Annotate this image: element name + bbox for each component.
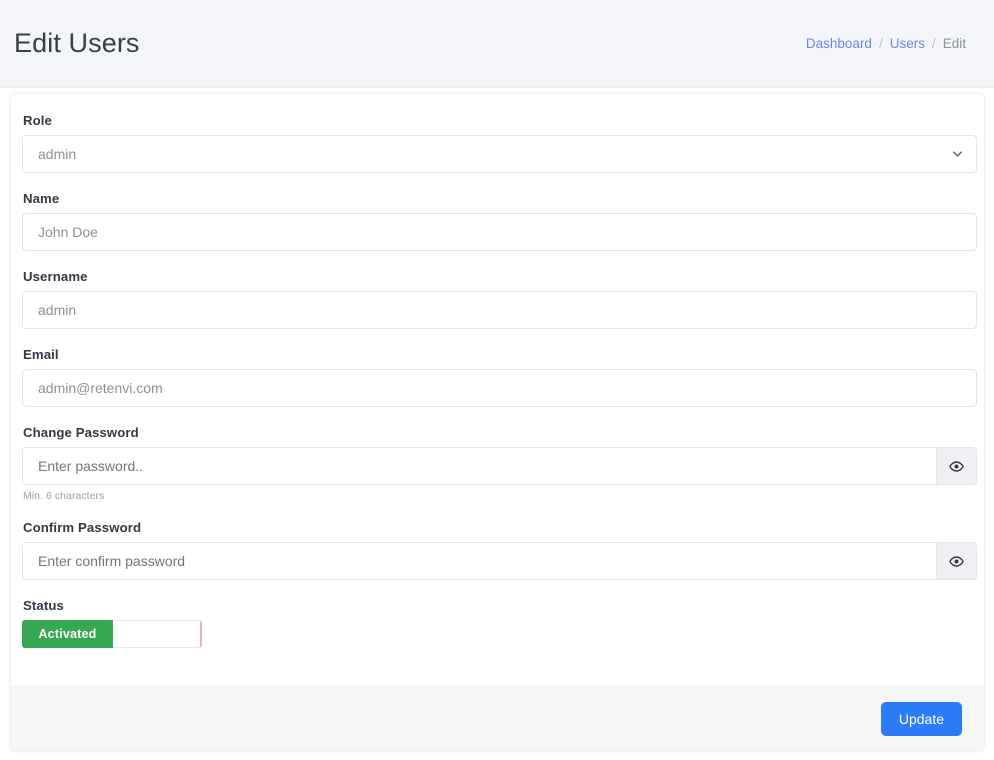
field-email: Email xyxy=(22,347,973,407)
breadcrumb-separator: / xyxy=(879,36,883,51)
status-toggle-track xyxy=(113,620,202,648)
update-button[interactable]: Update xyxy=(881,702,962,736)
field-role: Role admin xyxy=(22,113,973,173)
field-change-password: Change Password Min. 6 characters xyxy=(22,425,973,502)
field-name: Name xyxy=(22,191,973,251)
breadcrumb-separator: / xyxy=(932,36,936,51)
status-toggle[interactable]: Activated xyxy=(22,620,202,648)
confirm-password-input-group xyxy=(22,542,977,580)
name-label: Name xyxy=(23,191,973,206)
page-title: Edit Users xyxy=(14,30,140,57)
card-footer: Update xyxy=(11,686,984,750)
role-select[interactable]: admin xyxy=(22,135,977,173)
username-input[interactable] xyxy=(22,291,977,329)
change-password-input[interactable] xyxy=(22,447,936,485)
edit-user-card: Role admin Name Username Emai xyxy=(10,93,985,751)
breadcrumb-item-edit: Edit xyxy=(943,36,966,51)
confirm-password-label: Confirm Password xyxy=(23,520,973,535)
change-password-input-group xyxy=(22,447,977,485)
confirm-password-input[interactable] xyxy=(22,542,936,580)
email-input[interactable] xyxy=(22,369,977,407)
username-label: Username xyxy=(23,269,973,284)
status-label: Status xyxy=(23,598,973,613)
breadcrumb-item-dashboard[interactable]: Dashboard xyxy=(806,36,872,51)
toggle-confirm-password-visibility-button[interactable] xyxy=(936,542,977,580)
edit-users-page: Edit Users Dashboard / Users / Edit Role… xyxy=(0,0,994,760)
field-confirm-password: Confirm Password xyxy=(22,520,973,580)
change-password-label: Change Password xyxy=(23,425,973,440)
toggle-password-visibility-button[interactable] xyxy=(936,447,977,485)
field-username: Username xyxy=(22,269,973,329)
eye-icon xyxy=(949,459,964,474)
status-toggle-on-label: Activated xyxy=(22,620,113,648)
breadcrumb: Dashboard / Users / Edit xyxy=(806,36,966,51)
chevron-down-icon xyxy=(952,149,963,160)
page-header: Edit Users Dashboard / Users / Edit xyxy=(0,0,994,88)
field-status: Status Activated xyxy=(22,598,973,648)
role-select-value: admin xyxy=(38,146,76,162)
change-password-hint: Min. 6 characters xyxy=(23,490,973,502)
breadcrumb-item-users[interactable]: Users xyxy=(890,36,925,51)
email-label: Email xyxy=(23,347,973,362)
edit-user-form: Role admin Name Username Emai xyxy=(11,94,984,686)
name-input[interactable] xyxy=(22,213,977,251)
eye-icon xyxy=(949,554,964,569)
role-label: Role xyxy=(23,113,973,128)
